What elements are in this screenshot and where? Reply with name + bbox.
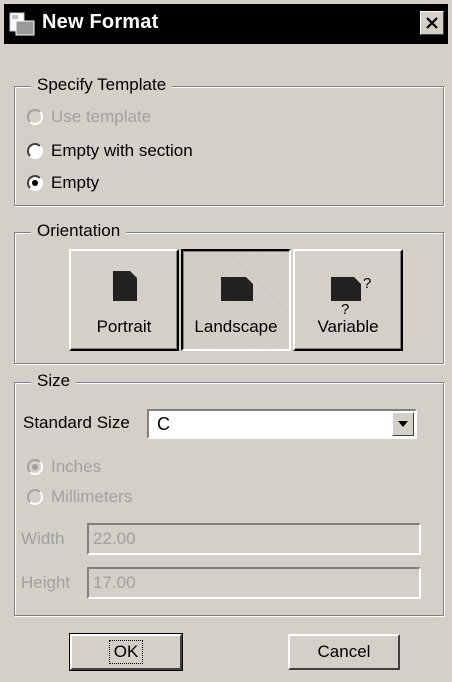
close-button[interactable]: [420, 11, 444, 35]
dropdown-button[interactable]: [392, 412, 414, 436]
millimeters-label: Millimeters: [51, 487, 133, 506]
template-legend: Specify Template: [31, 75, 173, 95]
radio-button-selected[interactable]: [27, 459, 43, 475]
radio-button-selected[interactable]: [27, 175, 43, 191]
use-template-radio[interactable]: Use template: [27, 105, 151, 129]
millimeters-radio[interactable]: Millimeters: [27, 485, 132, 509]
variable-mark-right: ?: [363, 275, 372, 292]
variable-mark-bottom: ?: [341, 301, 350, 318]
standard-size-label: Standard Size: [23, 413, 130, 432]
ok-button[interactable]: OK: [69, 633, 183, 671]
width-field[interactable]: 22.00: [87, 523, 421, 555]
radio-button[interactable]: [27, 109, 43, 125]
chevron-down-icon: [398, 421, 408, 427]
empty-with-section-label: Empty with section: [51, 141, 193, 160]
inches-label: Inches: [51, 457, 102, 476]
orientation-group: Orientation Portrait Landscape ? ? Varia…: [14, 221, 444, 364]
portrait-label: Portrait: [96, 317, 152, 336]
specify-template-group: Specify Template Use template Empty with…: [14, 75, 444, 206]
cancel-button[interactable]: Cancel: [288, 634, 400, 670]
orientation-legend: Orientation: [31, 221, 127, 241]
radio-dot-icon: [32, 464, 38, 470]
width-label: Width: [21, 529, 65, 548]
close-icon: [426, 17, 438, 29]
landscape-label: Landscape: [194, 317, 278, 336]
portrait-button[interactable]: Portrait: [69, 249, 179, 351]
variable-label: Variable: [317, 317, 379, 336]
ok-label: OK: [108, 640, 144, 664]
empty-radio[interactable]: Empty: [27, 171, 99, 195]
size-group: Size Standard Size C Inches Millimeters …: [14, 371, 444, 616]
portrait-page-icon: [113, 271, 137, 301]
inches-radio[interactable]: Inches: [27, 455, 101, 479]
variable-page-icon: [331, 277, 361, 301]
height-field[interactable]: 17.00: [87, 567, 421, 599]
app-icon: [9, 12, 35, 36]
title-bar[interactable]: New Format: [4, 4, 448, 44]
landscape-button[interactable]: Landscape: [181, 249, 291, 351]
standard-size-value: C: [157, 414, 170, 434]
variable-button[interactable]: ? ? Variable: [293, 249, 403, 351]
empty-with-section-radio[interactable]: Empty with section: [27, 139, 193, 163]
use-template-label: Use template: [51, 107, 152, 126]
standard-size-select[interactable]: C: [147, 409, 417, 439]
radio-button[interactable]: [27, 143, 43, 159]
empty-label: Empty: [51, 173, 100, 192]
radio-button[interactable]: [27, 489, 43, 505]
new-format-dialog: New Format Specify Template Use template…: [0, 0, 452, 682]
landscape-page-icon: [221, 277, 253, 301]
window-title: New Format: [42, 11, 159, 33]
size-legend: Size: [31, 371, 77, 391]
height-label: Height: [21, 573, 71, 592]
radio-dot-icon: [32, 180, 38, 186]
